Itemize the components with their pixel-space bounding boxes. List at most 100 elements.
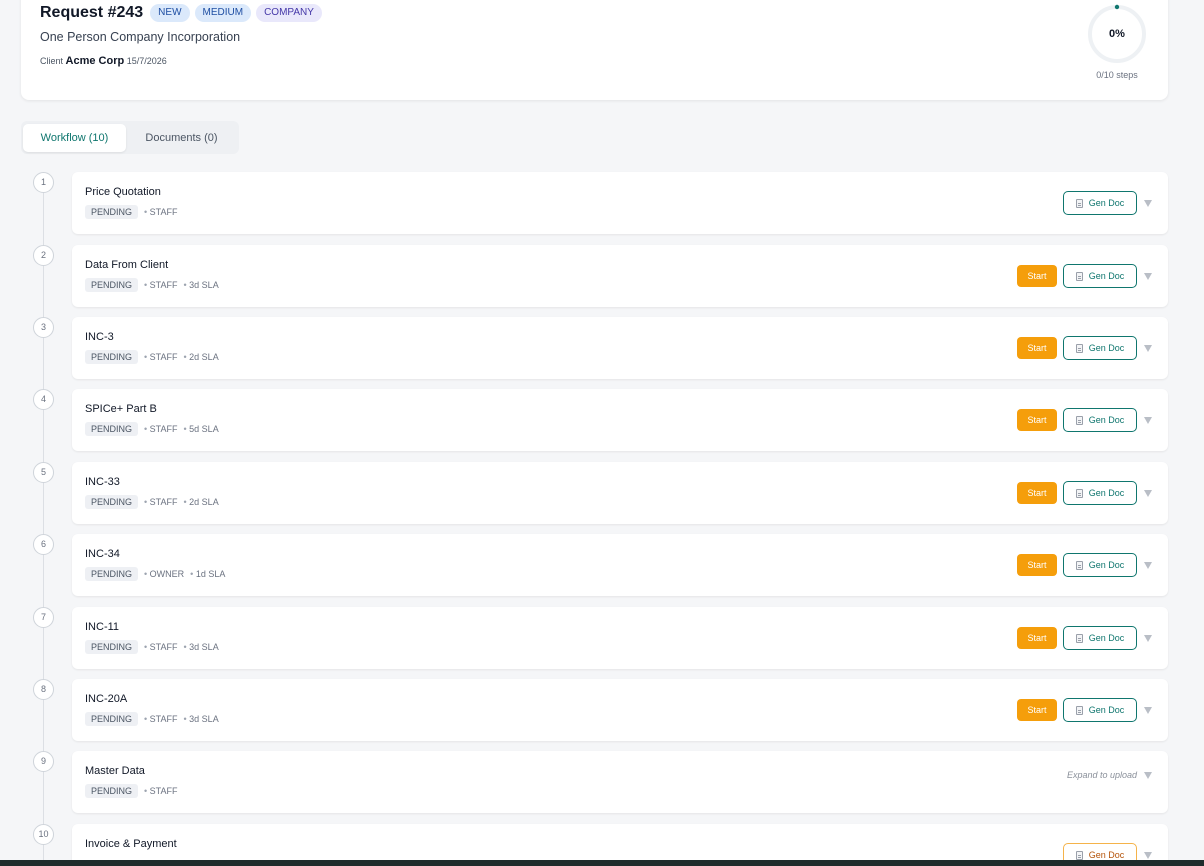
status-badge: PENDING xyxy=(85,567,139,581)
gen-doc-button[interactable]: Gen Doc xyxy=(1063,408,1137,432)
gen-doc-label: Gen Doc xyxy=(1088,705,1125,715)
document-icon xyxy=(1075,343,1083,353)
expand-to-upload-hint: Expand to upload xyxy=(1066,770,1137,780)
status-badge: PENDING xyxy=(85,640,139,654)
step-number: 4 xyxy=(33,389,54,410)
step-meta-item: 3d SLA xyxy=(184,280,219,290)
step-meta-item: STAFF xyxy=(144,207,178,217)
start-button[interactable]: Start xyxy=(1017,482,1057,504)
start-button[interactable]: Start xyxy=(1017,337,1057,359)
progress-percent: 0% xyxy=(1109,28,1125,40)
start-button[interactable]: Start xyxy=(1017,699,1057,721)
step-title: INC-11 xyxy=(85,621,120,633)
tab-bar: Workflow (10) Documents (0) xyxy=(21,121,239,154)
step-meta: PENDING STAFF 2d SLA xyxy=(85,350,225,364)
document-icon xyxy=(1075,271,1083,281)
step-meta-item: STAFF xyxy=(144,786,178,796)
step-number: 1 xyxy=(33,172,54,193)
step-actions: Start Gen Doc xyxy=(1017,408,1152,432)
type-tag-company: COMPANY xyxy=(256,4,322,22)
step-actions: Expand to upload xyxy=(1067,770,1152,780)
step-meta: PENDING STAFF 3d SLA xyxy=(85,640,225,654)
gen-doc-label: Gen Doc xyxy=(1088,343,1125,353)
step-card[interactable]: Data From Client PENDING STAFF 3d SLA Start G… xyxy=(72,245,1168,307)
gen-doc-button[interactable]: Gen Doc xyxy=(1063,481,1137,505)
tab-workflow[interactable]: Workflow (10) xyxy=(23,123,126,152)
workflow-step: 1 Price Quotation PENDING STAFF Gen Doc xyxy=(0,172,1204,234)
chevron-down-icon[interactable] xyxy=(1144,771,1152,779)
step-meta: PENDING OWNER 1d SLA xyxy=(85,567,231,581)
step-title: INC-20A xyxy=(85,693,128,705)
gen-doc-button[interactable]: Gen Doc xyxy=(1063,626,1137,650)
document-icon xyxy=(1075,705,1083,715)
chevron-down-icon[interactable] xyxy=(1144,344,1152,352)
step-number: 5 xyxy=(33,462,54,483)
step-meta-item: 2d SLA xyxy=(184,352,219,362)
bottom-bar xyxy=(0,860,1204,866)
step-meta: PENDING STAFF xyxy=(85,205,184,219)
step-card[interactable]: Master Data PENDING STAFF Expand to upload xyxy=(72,751,1168,813)
step-card[interactable]: SPICe+ Part B PENDING STAFF 5d SLA Start Gen … xyxy=(72,389,1168,451)
step-number: 8 xyxy=(33,679,54,700)
step-actions: Start Gen Doc xyxy=(1017,264,1152,288)
document-icon xyxy=(1075,560,1083,570)
gen-doc-button[interactable]: Gen Doc xyxy=(1063,191,1137,215)
step-card[interactable]: INC-11 PENDING STAFF 3d SLA Start Gen Doc xyxy=(72,607,1168,669)
step-card[interactable]: INC-33 PENDING STAFF 2d SLA Start Gen Doc xyxy=(72,462,1168,524)
gen-doc-label: Gen Doc xyxy=(1088,415,1125,425)
gen-doc-button[interactable]: Gen Doc xyxy=(1063,264,1137,288)
chevron-down-icon[interactable] xyxy=(1144,851,1152,859)
step-meta-item: STAFF xyxy=(144,497,178,507)
gen-doc-label: Gen Doc xyxy=(1088,488,1125,498)
start-button[interactable]: Start xyxy=(1017,554,1057,576)
start-button[interactable]: Start xyxy=(1017,409,1057,431)
step-actions: Start Gen Doc xyxy=(1017,481,1152,505)
step-number: 10 xyxy=(33,824,54,845)
tab-documents[interactable]: Documents (0) xyxy=(126,124,237,152)
steps-count: 0/10 steps xyxy=(1096,70,1138,80)
start-button[interactable]: Start xyxy=(1017,627,1057,649)
step-title: SPICe+ Part B xyxy=(85,403,157,415)
gen-doc-button[interactable]: Gen Doc xyxy=(1063,336,1137,360)
step-meta: PENDING STAFF 3d SLA xyxy=(85,712,225,726)
step-number: 9 xyxy=(33,751,54,772)
chevron-down-icon[interactable] xyxy=(1144,634,1152,642)
step-meta-item: 2d SLA xyxy=(184,497,219,507)
workflow-step: 7 INC-11 PENDING STAFF 3d SLA Start Gen Doc xyxy=(0,607,1204,669)
step-meta-item: 1d SLA xyxy=(190,569,226,579)
step-meta-item: 3d SLA xyxy=(184,642,219,652)
step-meta: PENDING STAFF 2d SLA xyxy=(85,495,225,509)
step-card[interactable]: INC-20A PENDING STAFF 3d SLA Start Gen Doc xyxy=(72,679,1168,741)
step-card[interactable]: INC-3 PENDING STAFF 2d SLA Start Gen Doc xyxy=(72,317,1168,379)
step-title: INC-34 xyxy=(85,548,120,560)
status-badge: PENDING xyxy=(85,205,139,219)
gen-doc-label: Gen Doc xyxy=(1088,560,1125,570)
gen-doc-button[interactable]: Gen Doc xyxy=(1063,553,1137,577)
chevron-down-icon[interactable] xyxy=(1144,489,1152,497)
chevron-down-icon[interactable] xyxy=(1144,561,1152,569)
workflow-step: 8 INC-20A PENDING STAFF 3d SLA Start Gen Doc xyxy=(0,679,1204,741)
workflow-step: 3 INC-3 PENDING STAFF 2d SLA Start Gen Doc xyxy=(0,317,1204,379)
step-card[interactable]: INC-34 PENDING OWNER 1d SLA Start Gen Doc xyxy=(72,534,1168,596)
step-actions: Gen Doc xyxy=(1063,191,1152,215)
workflow-step: 5 INC-33 PENDING STAFF 2d SLA Start Gen Doc xyxy=(0,462,1204,524)
chevron-down-icon[interactable] xyxy=(1144,706,1152,714)
step-number: 3 xyxy=(33,317,54,338)
chevron-down-icon[interactable] xyxy=(1144,416,1152,424)
step-actions: Start Gen Doc xyxy=(1017,626,1152,650)
start-button[interactable]: Start xyxy=(1017,265,1057,287)
step-title: Invoice & Payment xyxy=(85,838,177,850)
gen-doc-button[interactable]: Gen Doc xyxy=(1063,698,1137,722)
status-badge: PENDING xyxy=(85,422,139,436)
chevron-down-icon[interactable] xyxy=(1144,199,1152,207)
client-name: Acme Corp xyxy=(65,55,125,67)
step-number: 6 xyxy=(33,534,54,555)
step-meta-item: STAFF xyxy=(144,352,178,362)
workflow-step: 4 SPICe+ Part B PENDING STAFF 5d SLA Start Gen… xyxy=(0,389,1204,451)
chevron-down-icon[interactable] xyxy=(1144,272,1152,280)
document-icon xyxy=(1075,198,1083,208)
status-badge: PENDING xyxy=(85,495,139,509)
status-badge: PENDING xyxy=(85,278,139,292)
step-card[interactable]: Price Quotation PENDING STAFF Gen Doc xyxy=(72,172,1168,234)
client-line: Client Acme Corp 15/7/2026 xyxy=(40,55,167,67)
